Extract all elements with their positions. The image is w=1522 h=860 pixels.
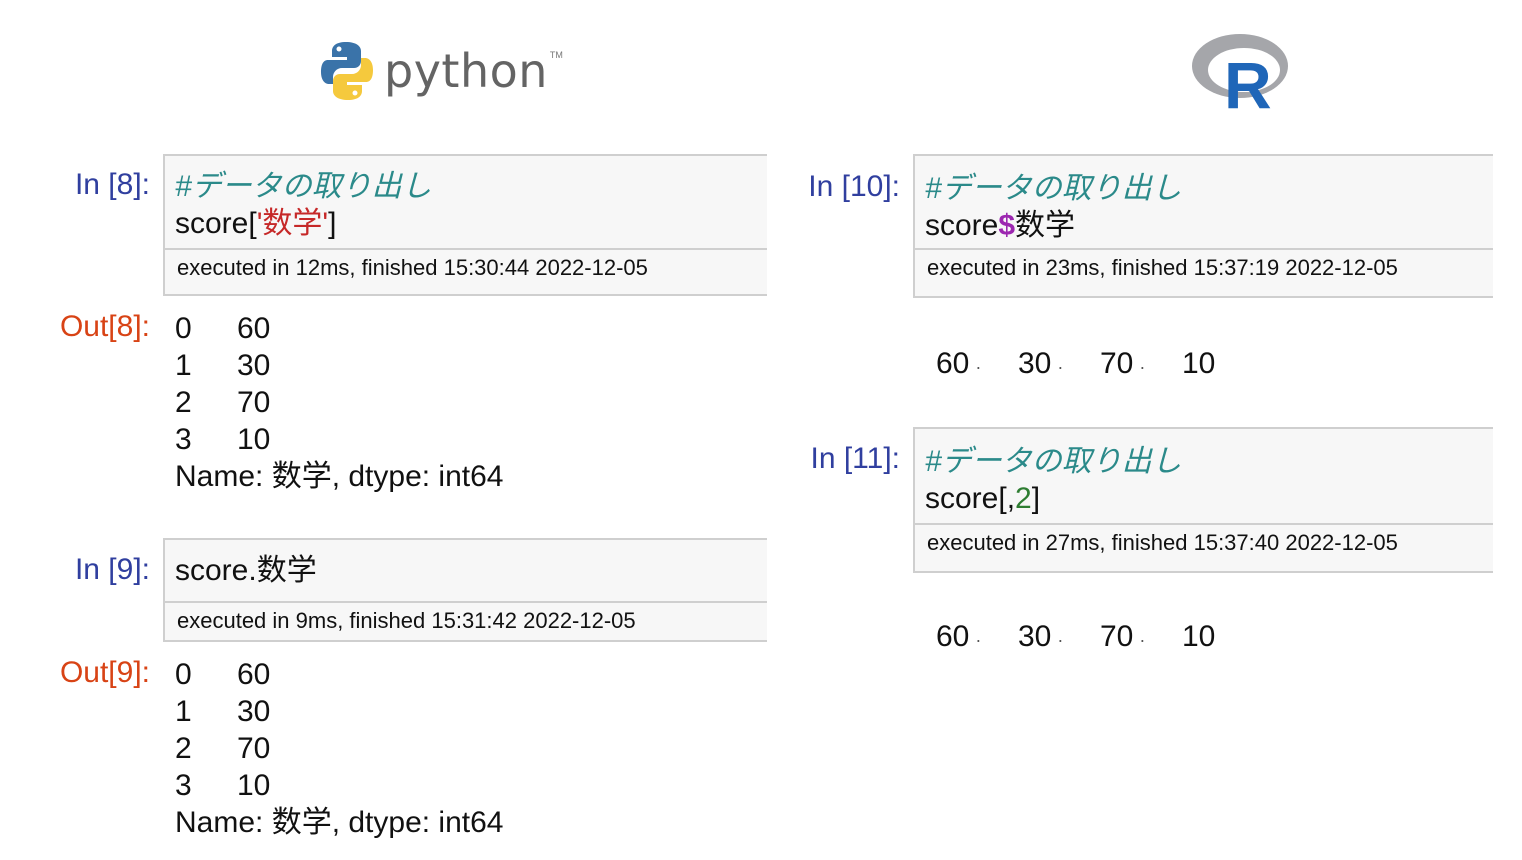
code-comment: #データの取り出し: [925, 172, 1182, 205]
code-cell-9[interactable]: score.数学 executed in 9ms, finished 15:31…: [163, 538, 767, 642]
output-row: 0 60: [175, 656, 503, 693]
prompt-out-9: Out[9]:: [59, 656, 150, 689]
code-token: ]: [1031, 482, 1041, 515]
code-editor[interactable]: #データの取り出し score[,2]: [915, 429, 1493, 517]
vector-value: 70: [1100, 620, 1134, 653]
r-output-11: 60 · 30 · 70 · 10: [936, 620, 1264, 654]
execution-time: executed in 9ms, finished 15:31:42 2022-…: [165, 601, 767, 639]
output-row: 2 70: [175, 384, 503, 421]
vector-value: 10: [1182, 347, 1216, 380]
code-token: score[,: [925, 482, 1016, 515]
series-footer: Name: 数学, dtype: int64: [175, 806, 504, 839]
output-row: 2 70: [175, 730, 503, 767]
vector-item: 70 ·: [1100, 347, 1182, 381]
prompt-in-8: In [8]:: [74, 168, 150, 201]
output-row: 0 60: [175, 310, 503, 347]
row-index: 3: [175, 769, 192, 802]
output-8: 0 60 1 30 2 70 3 10 Name: 数学, dtype: int64: [175, 310, 503, 495]
vector-item: 60 ·: [936, 620, 1018, 654]
vector-value: 30: [1018, 347, 1052, 380]
row-value: 10: [237, 423, 271, 456]
row-index: 1: [175, 695, 192, 728]
row-index: 0: [175, 312, 192, 345]
code-editor[interactable]: #データの取り出し score['数学']: [165, 156, 767, 242]
vector-value: 60: [936, 620, 970, 653]
execution-time: executed in 23ms, finished 15:37:19 2022…: [915, 248, 1493, 286]
row-index: 2: [175, 732, 192, 765]
code-cell-11[interactable]: #データの取り出し score[,2] executed in 27ms, fi…: [913, 427, 1493, 573]
row-index: 1: [175, 349, 192, 382]
prompt-in-9: In [9]:: [74, 553, 150, 586]
execution-time: executed in 27ms, finished 15:37:40 2022…: [915, 523, 1493, 561]
code-editor[interactable]: #データの取り出し score$数学: [915, 156, 1493, 244]
vector-separator: ·: [1139, 630, 1146, 650]
vector-separator: ·: [1139, 357, 1146, 377]
r-letter: R: [1224, 48, 1272, 110]
string-literal: '数学': [256, 207, 329, 240]
dollar-operator: $: [998, 209, 1016, 242]
vector-value: 30: [1018, 620, 1052, 653]
row-value: 70: [237, 732, 271, 765]
python-wordmark: python: [384, 44, 548, 98]
code-comment: #データの取り出し: [175, 170, 432, 203]
numeric-literal: 2: [1015, 482, 1032, 515]
vector-separator: ·: [975, 630, 982, 650]
vector-item: 60 ·: [936, 347, 1018, 381]
vector-value: 10: [1182, 620, 1216, 653]
vector-separator: ·: [1057, 630, 1064, 650]
r-output-10: 60 · 30 · 70 · 10: [936, 347, 1264, 381]
output-row: 3 10: [175, 767, 503, 804]
row-value: 30: [237, 349, 271, 382]
code-token: score[: [175, 207, 257, 240]
prompt-out-8: Out[8]:: [59, 310, 150, 343]
vector-value: 70: [1100, 347, 1134, 380]
vector-value: 60: [936, 347, 970, 380]
vector-item: 10: [1182, 347, 1264, 381]
vector-item: 30 ·: [1018, 620, 1100, 654]
code-line: score[,2]: [925, 480, 1493, 517]
output-row: 1 30: [175, 347, 503, 384]
python-snake-icon: [321, 42, 373, 100]
series-footer: Name: 数学, dtype: int64: [175, 460, 504, 493]
vector-item: 30 ·: [1018, 347, 1100, 381]
row-value: 60: [237, 658, 271, 691]
code-token: score: [925, 209, 999, 242]
code-cell-10[interactable]: #データの取り出し score$数学 executed in 23ms, fin…: [913, 154, 1493, 298]
code-editor[interactable]: score.数学: [165, 540, 767, 589]
row-value: 30: [237, 695, 271, 728]
vector-item: 10: [1182, 620, 1264, 654]
vector-separator: ·: [975, 357, 982, 377]
code-line: score$数学: [925, 207, 1493, 244]
row-index: 0: [175, 658, 192, 691]
output-row: 3 10: [175, 421, 503, 458]
execution-time: executed in 12ms, finished 15:30:44 2022…: [165, 248, 767, 286]
r-logo: R: [1190, 30, 1294, 122]
row-index: 3: [175, 423, 192, 456]
output-row: 1 30: [175, 693, 503, 730]
code-token: 数学: [1015, 209, 1076, 242]
r-logo-icon: R: [1192, 34, 1288, 122]
row-value: 70: [237, 386, 271, 419]
row-value: 60: [237, 312, 271, 345]
row-index: 2: [175, 386, 192, 419]
code-token: ]: [328, 207, 337, 240]
prompt-in-10: In [10]:: [808, 170, 900, 203]
vector-separator: ·: [1057, 357, 1064, 377]
vector-item: 70 ·: [1100, 620, 1182, 654]
trademark-mark: TM: [549, 50, 563, 60]
code-comment: #データの取り出し: [925, 445, 1182, 478]
prompt-in-11: In [11]:: [810, 442, 900, 475]
row-value: 10: [237, 769, 271, 802]
python-logo: python TM: [320, 36, 563, 106]
code-line: score['数学']: [175, 205, 767, 242]
code-cell-8[interactable]: #データの取り出し score['数学'] executed in 12ms, …: [163, 154, 767, 296]
code-line: score.数学: [175, 554, 317, 587]
output-9: 0 60 1 30 2 70 3 10 Name: 数学, dtype: int64: [175, 656, 503, 841]
